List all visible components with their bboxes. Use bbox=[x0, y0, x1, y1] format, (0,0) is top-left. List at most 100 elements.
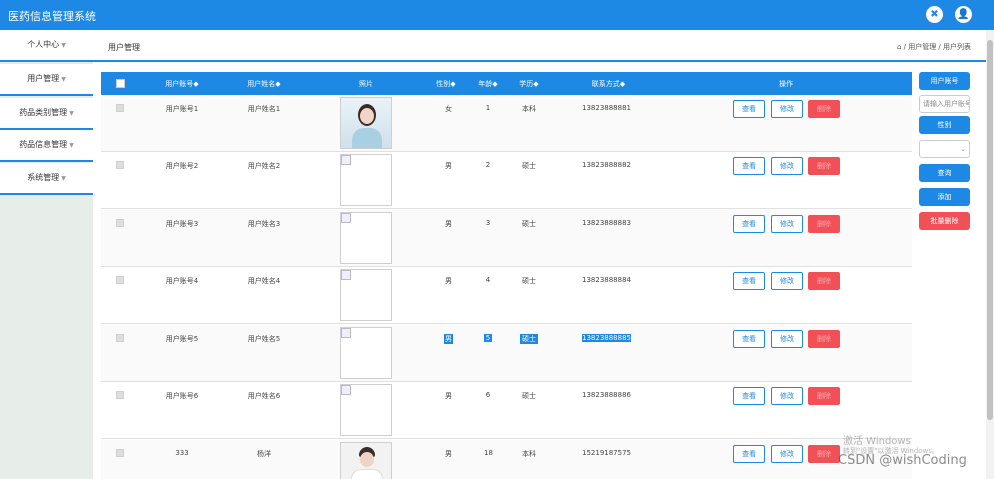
cell-gender: 男 bbox=[445, 162, 452, 170]
cell-account: 用户账号4 bbox=[165, 277, 199, 285]
cell-name: 用户姓名1 bbox=[247, 105, 281, 113]
delete-button[interactable]: 删除 bbox=[808, 445, 840, 463]
app-title: 医药信息管理系统 bbox=[8, 10, 96, 23]
cell-education: 硕士 bbox=[522, 277, 536, 285]
row-checkbox[interactable] bbox=[116, 391, 124, 399]
row-checkbox[interactable] bbox=[116, 219, 124, 227]
delete-button[interactable]: 删除 bbox=[808, 100, 840, 118]
search-panel: 用户账号 请输入用户账号 性别 ⌄ 查询 添加 批量删除 bbox=[912, 62, 994, 479]
cell-gender: 男 bbox=[445, 450, 452, 458]
table-row: 用户账号4 用户姓名4 男 4 硕士 13823888884 查看 修改 删除 bbox=[101, 267, 912, 324]
user-photo bbox=[340, 269, 392, 321]
edit-button[interactable]: 修改 bbox=[771, 387, 803, 405]
cell-education: 本科 bbox=[522, 450, 536, 458]
edit-button[interactable]: 修改 bbox=[771, 330, 803, 348]
cell-name: 用户姓名5 bbox=[247, 335, 281, 343]
header-actions: 操作 bbox=[779, 80, 793, 88]
table-header: 用户账号◆ 用户姓名◆ 照片 性别◆ 年龄◆ 学历◆ 联系方式◆ 操作 bbox=[101, 72, 912, 95]
chevron-down-icon: ⌄ bbox=[960, 145, 966, 153]
cell-account: 用户账号2 bbox=[165, 162, 199, 170]
top-bar: 医药信息管理系统 ✖ 👤 bbox=[0, 0, 994, 30]
view-button[interactable]: 查看 bbox=[733, 157, 765, 175]
chevron-down-icon: ▼ bbox=[61, 42, 66, 49]
cell-phone: 13823888881 bbox=[582, 104, 631, 112]
row-checkbox[interactable] bbox=[116, 449, 124, 457]
table-row: 用户账号1 用户姓名1 女 1 本科 13823888881 查看 修改 删除 bbox=[101, 95, 912, 152]
cell-phone: 13823888884 bbox=[582, 276, 631, 284]
sidebar-item-drug-category[interactable]: 药品类别管理 ▼ bbox=[0, 98, 93, 130]
sidebar-item-personal-center[interactable]: 个人中心 ▼ bbox=[0, 30, 93, 62]
table-row: 用户账号6 用户姓名6 男 6 硕士 13823888886 查看 修改 删除 bbox=[101, 382, 912, 439]
cell-age: 1 bbox=[485, 104, 491, 112]
row-checkbox[interactable] bbox=[116, 334, 124, 342]
delete-button[interactable]: 删除 bbox=[808, 387, 840, 405]
user-icon[interactable]: 👤 bbox=[955, 6, 972, 23]
row-checkbox[interactable] bbox=[116, 104, 124, 112]
user-photo bbox=[340, 212, 392, 264]
view-button[interactable]: 查看 bbox=[733, 272, 765, 290]
cell-name: 杨洋 bbox=[257, 450, 271, 458]
header-age[interactable]: 年龄◆ bbox=[473, 79, 503, 89]
user-photo bbox=[340, 384, 392, 436]
view-button[interactable]: 查看 bbox=[733, 215, 765, 233]
cell-gender: 女 bbox=[445, 105, 452, 113]
cell-age: 18 bbox=[484, 449, 493, 457]
edit-button[interactable]: 修改 bbox=[771, 445, 803, 463]
cell-account: 333 bbox=[175, 449, 189, 457]
view-button[interactable]: 查看 bbox=[733, 100, 765, 118]
cell-name: 用户姓名2 bbox=[247, 162, 281, 170]
scrollbar-thumb[interactable] bbox=[987, 40, 993, 420]
cell-education: 硕士 bbox=[522, 162, 536, 170]
breadcrumb[interactable]: ⌂ / 用户管理 / 用户列表 bbox=[897, 42, 971, 52]
sidebar-item-system[interactable]: 系统管理 ▼ bbox=[0, 163, 93, 195]
batch-delete-button[interactable]: 批量删除 bbox=[919, 212, 970, 230]
account-label: 用户账号 bbox=[919, 72, 970, 90]
delete-button[interactable]: 删除 bbox=[808, 330, 840, 348]
windows-activation-title: 激活 Windows bbox=[843, 436, 911, 447]
header-gender[interactable]: 性别◆ bbox=[431, 79, 461, 89]
chevron-down-icon: ▼ bbox=[61, 76, 66, 83]
header-name[interactable]: 用户姓名◆ bbox=[239, 79, 289, 89]
delete-button[interactable]: 删除 bbox=[808, 215, 840, 233]
cell-education: 硕士 bbox=[522, 392, 536, 400]
sidebar-item-drug-info[interactable]: 药品信息管理 ▼ bbox=[0, 130, 93, 162]
cell-account: 用户账号1 bbox=[165, 105, 199, 113]
view-button[interactable]: 查看 bbox=[733, 445, 765, 463]
chevron-down-icon: ▼ bbox=[69, 110, 74, 117]
cell-age: 3 bbox=[485, 219, 491, 227]
header-account[interactable]: 用户账号◆ bbox=[157, 79, 207, 89]
edit-button[interactable]: 修改 bbox=[771, 100, 803, 118]
header-phone[interactable]: 联系方式◆ bbox=[581, 79, 636, 89]
query-button[interactable]: 查询 bbox=[919, 164, 970, 182]
add-button[interactable]: 添加 bbox=[919, 188, 970, 206]
cell-gender: 男 bbox=[444, 334, 453, 344]
sidebar: 个人中心 ▼ 用户管理 ▼ 药品类别管理 ▼ 药品信息管理 ▼ 系统管理 ▼ bbox=[0, 30, 93, 479]
cell-gender: 男 bbox=[445, 277, 452, 285]
cell-education: 硕士 bbox=[520, 334, 538, 344]
cell-age: 4 bbox=[485, 276, 491, 284]
chevron-down-icon: ▼ bbox=[61, 175, 66, 182]
view-button[interactable]: 查看 bbox=[733, 330, 765, 348]
delete-button[interactable]: 删除 bbox=[808, 272, 840, 290]
csdn-watermark: CSDN @wishCoding bbox=[838, 453, 967, 468]
close-icon[interactable]: ✖ bbox=[926, 6, 943, 23]
row-checkbox[interactable] bbox=[116, 161, 124, 169]
edit-button[interactable]: 修改 bbox=[771, 215, 803, 233]
select-all-checkbox[interactable] bbox=[116, 79, 125, 88]
page-title: 用户管理 bbox=[108, 43, 140, 52]
account-search-input[interactable]: 请输入用户账号 bbox=[919, 95, 970, 113]
cell-age: 5 bbox=[484, 334, 492, 342]
gender-select[interactable]: ⌄ bbox=[919, 140, 970, 158]
cell-phone: 15219187575 bbox=[582, 449, 631, 457]
view-button[interactable]: 查看 bbox=[733, 387, 765, 405]
sidebar-item-user-management[interactable]: 用户管理 ▼ bbox=[0, 64, 93, 96]
edit-button[interactable]: 修改 bbox=[771, 272, 803, 290]
user-photo bbox=[340, 97, 392, 149]
cell-name: 用户姓名3 bbox=[247, 220, 281, 228]
delete-button[interactable]: 删除 bbox=[808, 157, 840, 175]
cell-age: 6 bbox=[485, 391, 491, 399]
header-education[interactable]: 学历◆ bbox=[514, 79, 544, 89]
row-checkbox[interactable] bbox=[116, 276, 124, 284]
user-photo bbox=[340, 327, 392, 379]
edit-button[interactable]: 修改 bbox=[771, 157, 803, 175]
